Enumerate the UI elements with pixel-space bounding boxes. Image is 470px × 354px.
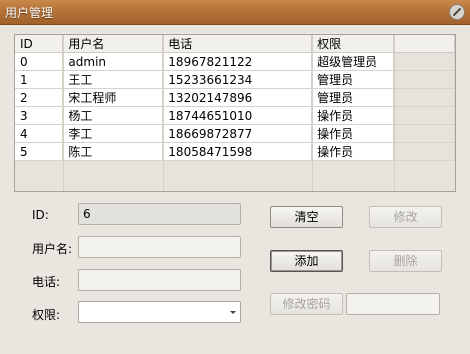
cell-phone[interactable]: 18669872877 — [162, 124, 313, 143]
column-header-username[interactable]: 用户名 — [62, 35, 164, 53]
cell-id[interactable]: 4 — [15, 124, 64, 143]
cell-phone[interactable]: 18967821122 — [162, 52, 313, 71]
permission-label: 权限: — [32, 308, 61, 322]
cell-id[interactable]: 1 — [15, 70, 64, 89]
username-label: 用户名: — [32, 242, 73, 256]
cell-username[interactable]: 李工 — [62, 124, 164, 143]
permission-select[interactable] — [78, 301, 241, 323]
id-label: ID: — [32, 208, 49, 222]
chevron-down-icon[interactable] — [230, 311, 236, 314]
clear-button[interactable]: 清空 — [270, 206, 343, 228]
cell-filler — [393, 142, 455, 161]
column-header-id[interactable]: ID — [15, 35, 64, 53]
column-divider — [394, 35, 395, 191]
cell-permission[interactable]: 管理员 — [311, 88, 395, 107]
column-divider — [63, 35, 64, 191]
column-header-permission[interactable]: 权限 — [311, 35, 395, 53]
user-table: ID 用户名 电话 权限 0 admin 18967821122 超级管理员 1… — [15, 35, 455, 161]
table-row[interactable]: 4 李工 18669872877 操作员 — [15, 124, 455, 143]
cell-permission[interactable]: 操作员 — [311, 106, 395, 125]
cell-phone[interactable]: 18744651010 — [162, 106, 313, 125]
column-header-phone[interactable]: 电话 — [162, 35, 313, 53]
cell-phone[interactable]: 18058471598 — [162, 142, 313, 161]
table-row[interactable]: 3 杨工 18744651010 操作员 — [15, 106, 455, 125]
cell-username[interactable]: 杨工 — [62, 106, 164, 125]
cell-filler — [393, 124, 455, 143]
id-field: 6 — [78, 203, 241, 225]
cell-permission[interactable]: 操作员 — [311, 124, 395, 143]
table-header-row: ID 用户名 电话 权限 — [15, 35, 455, 53]
cell-permission[interactable]: 操作员 — [311, 142, 395, 161]
table-row[interactable]: 1 王工 15233661234 管理员 — [15, 70, 455, 89]
cell-filler — [393, 106, 455, 125]
cell-permission[interactable]: 超级管理员 — [311, 52, 395, 71]
cell-phone[interactable]: 15233661234 — [162, 70, 313, 89]
user-table-panel: ID 用户名 电话 权限 0 admin 18967821122 超级管理员 1… — [14, 34, 456, 192]
cell-permission[interactable]: 管理员 — [311, 70, 395, 89]
delete-button[interactable]: 删除 — [369, 250, 442, 272]
table-row[interactable]: 0 admin 18967821122 超级管理员 — [15, 52, 455, 71]
cell-id[interactable]: 3 — [15, 106, 64, 125]
cell-username[interactable]: 陈工 — [62, 142, 164, 161]
cell-id[interactable]: 2 — [15, 88, 64, 107]
cell-id[interactable]: 0 — [15, 52, 64, 71]
table-row[interactable]: 5 陈工 18058471598 操作员 — [15, 142, 455, 161]
change-password-button[interactable]: 修改密码 — [270, 293, 343, 315]
modify-button[interactable]: 修改 — [369, 206, 442, 228]
close-icon[interactable] — [449, 4, 465, 20]
cell-username[interactable]: 宋工程师 — [62, 88, 164, 107]
cell-id[interactable]: 5 — [15, 142, 64, 161]
phone-label: 电话: — [32, 275, 61, 289]
cell-filler — [393, 70, 455, 89]
password-input[interactable] — [346, 293, 440, 315]
column-divider — [163, 35, 164, 191]
window-title: 用户管理 — [5, 6, 54, 20]
add-button[interactable]: 添加 — [270, 250, 343, 272]
phone-input[interactable] — [78, 269, 241, 291]
cell-filler — [393, 88, 455, 107]
column-divider — [312, 35, 313, 191]
cell-phone[interactable]: 13202147896 — [162, 88, 313, 107]
column-header-filler — [393, 35, 455, 53]
title-bar: 用户管理 — [0, 0, 470, 25]
username-input[interactable] — [78, 236, 241, 258]
cell-username[interactable]: 王工 — [62, 70, 164, 89]
cell-filler — [393, 52, 455, 71]
table-row[interactable]: 2 宋工程师 13202147896 管理员 — [15, 88, 455, 107]
cell-username[interactable]: admin — [62, 52, 164, 71]
